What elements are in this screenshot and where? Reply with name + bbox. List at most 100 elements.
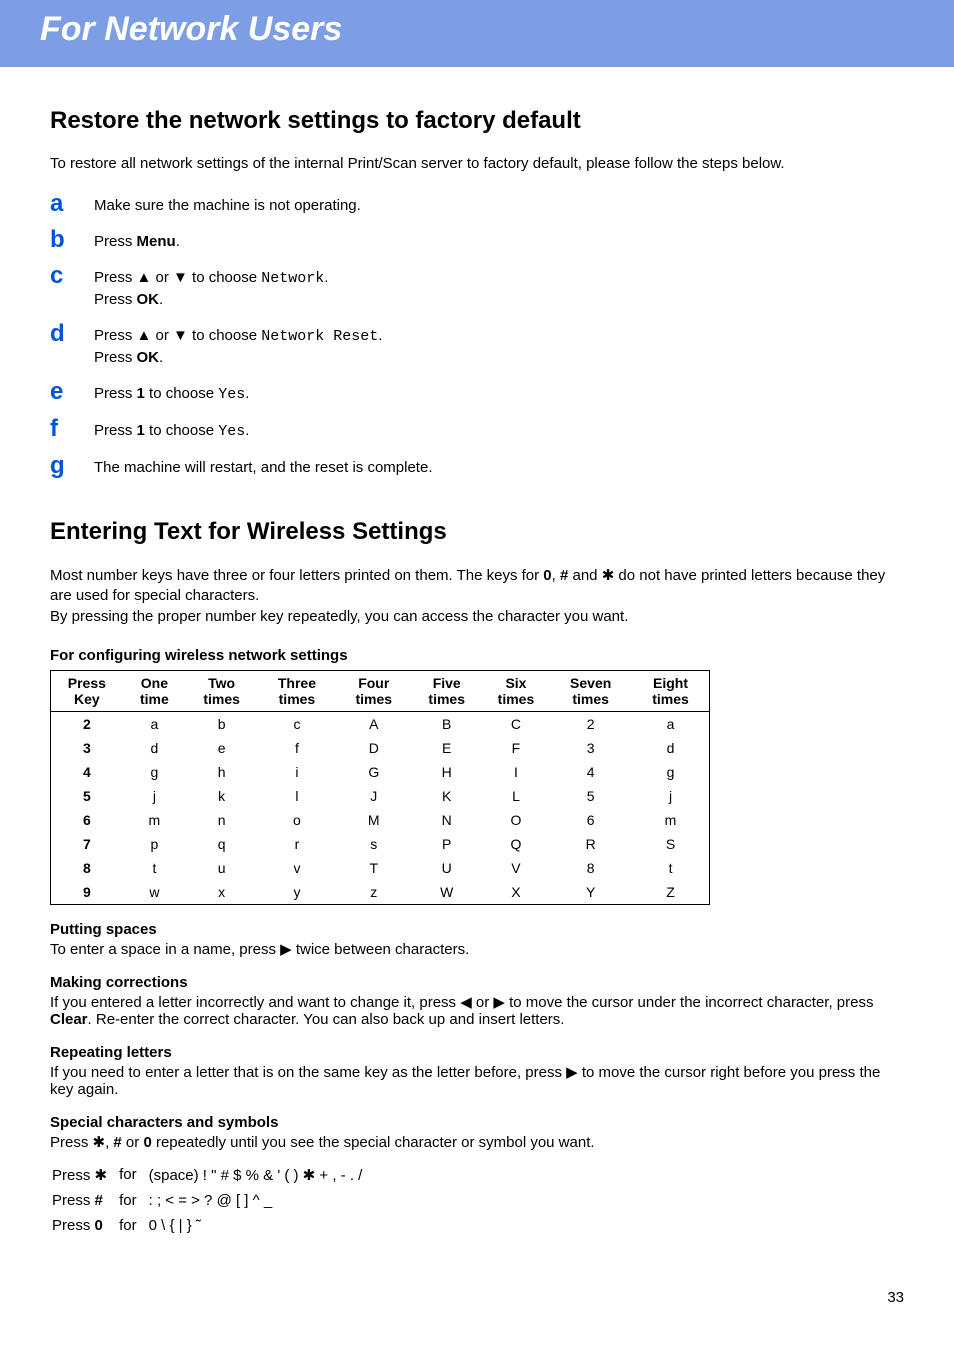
- table-cell: 2: [549, 711, 632, 736]
- step-body: Press ▲ or ▼ to choose Network. Press OK…: [94, 264, 328, 310]
- special-chars-table: Press ✱ for (space) ! " # $ % & ' ( ) ✱ …: [50, 1161, 374, 1239]
- table-cell: o: [257, 808, 337, 832]
- table-cell: b: [186, 711, 257, 736]
- page-banner: For Network Users: [0, 0, 954, 67]
- table-cell: F: [483, 736, 550, 760]
- key-hash: #: [113, 1134, 121, 1151]
- step-body: Make sure the machine is not operating.: [94, 192, 361, 216]
- section1-intro: To restore all network settings of the i…: [50, 155, 904, 172]
- step-body: Press Menu.: [94, 228, 180, 252]
- key-cell: Press #: [52, 1189, 117, 1212]
- table-cell: 9: [51, 880, 123, 905]
- table-cell: m: [632, 808, 709, 832]
- banner-title: For Network Users: [40, 10, 914, 49]
- table-cell: t: [632, 856, 709, 880]
- repeating-text: If you need to enter a letter that is on…: [50, 1063, 904, 1098]
- table-cell: w: [123, 880, 186, 905]
- table-cell: J: [337, 784, 411, 808]
- table-cell: C: [483, 711, 550, 736]
- table-cell: f: [257, 736, 337, 760]
- table-cell: K: [411, 784, 483, 808]
- col-three: Three times: [257, 670, 337, 711]
- table-cell: L: [483, 784, 550, 808]
- step-body: Press ▲ or ▼ to choose Network Reset. Pr…: [94, 322, 382, 368]
- menu-option: Yes: [218, 423, 245, 440]
- text: If you entered a letter incorrectly and …: [50, 994, 873, 1011]
- table-cell: R: [549, 832, 632, 856]
- ok-label: OK: [137, 291, 160, 308]
- text: to choose: [145, 422, 218, 439]
- table-cell: u: [186, 856, 257, 880]
- step-letter: e: [50, 380, 94, 404]
- table-row: Press ✱ for (space) ! " # $ % & ' ( ) ✱ …: [52, 1163, 372, 1187]
- step-letter: g: [50, 454, 94, 478]
- text: .: [245, 385, 249, 402]
- step-c: c Press ▲ or ▼ to choose Network. Press …: [50, 264, 904, 310]
- table-cell: a: [123, 711, 186, 736]
- key-hash: #: [95, 1192, 103, 1209]
- table-cell: S: [632, 832, 709, 856]
- key-star: ✱: [95, 1167, 108, 1184]
- step-body: Press 1 to choose Yes.: [94, 380, 249, 405]
- chars-cell: : ; < = > ? @ [ ] ^ _: [149, 1189, 373, 1212]
- steps-list: a Make sure the machine is not operating…: [50, 192, 904, 478]
- table-cell: j: [632, 784, 709, 808]
- table-cell: p: [123, 832, 186, 856]
- table-cell: Q: [483, 832, 550, 856]
- step-letter: a: [50, 192, 94, 216]
- col-four: Four times: [337, 670, 411, 711]
- text: Press ✱,: [50, 1134, 113, 1151]
- table-row: 9wxyzWXYZ: [51, 880, 710, 905]
- table-header-row: Press Key One time Two times Three times…: [51, 670, 710, 711]
- step-letter: f: [50, 417, 94, 441]
- table-cell: 6: [549, 808, 632, 832]
- col-eight: Eight times: [632, 670, 709, 711]
- table-cell: l: [257, 784, 337, 808]
- table-row: Press # for : ; < = > ? @ [ ] ^ _: [52, 1189, 372, 1212]
- step-letter: d: [50, 322, 94, 346]
- text: Press: [94, 422, 137, 439]
- text: Press: [94, 233, 137, 250]
- text: Press: [94, 349, 137, 366]
- table-cell: h: [186, 760, 257, 784]
- table-cell: d: [632, 736, 709, 760]
- text: Press: [52, 1167, 95, 1184]
- chars-cell: (space) ! " # $ % & ' ( ) ✱ + , - . /: [149, 1163, 373, 1187]
- table-cell: 7: [51, 832, 123, 856]
- table-cell: P: [411, 832, 483, 856]
- table-cell: q: [186, 832, 257, 856]
- table-cell: Y: [549, 880, 632, 905]
- table-cell: U: [411, 856, 483, 880]
- text: Press: [94, 385, 137, 402]
- text: .: [324, 269, 328, 286]
- menu-option: Yes: [218, 386, 245, 403]
- text: . Re-enter the correct character. You ca…: [88, 1011, 565, 1028]
- table-cell: i: [257, 760, 337, 784]
- table-cell: O: [483, 808, 550, 832]
- step-b: b Press Menu.: [50, 228, 904, 252]
- step-a: a Make sure the machine is not operating…: [50, 192, 904, 216]
- table-cell: A: [337, 711, 411, 736]
- key-0: 0: [143, 1134, 151, 1151]
- table-cell: Z: [632, 880, 709, 905]
- table-cell: d: [123, 736, 186, 760]
- ok-label: OK: [137, 349, 160, 366]
- table-cell: t: [123, 856, 186, 880]
- page-number: 33: [0, 1259, 954, 1326]
- step-letter: c: [50, 264, 94, 288]
- table-cell: 6: [51, 808, 123, 832]
- col-one: One time: [123, 670, 186, 711]
- table-cell: s: [337, 832, 411, 856]
- text: Press: [94, 291, 137, 308]
- special-intro: Press ✱, # or 0 repeatedly until you see…: [50, 1133, 904, 1151]
- char-table-title: For configuring wireless network setting…: [50, 647, 904, 664]
- clear-label: Clear: [50, 1011, 88, 1028]
- table-cell: g: [632, 760, 709, 784]
- text: .: [245, 422, 249, 439]
- text: repeatedly until you see the special cha…: [152, 1134, 595, 1151]
- text: .: [378, 327, 382, 344]
- key-0: 0: [543, 567, 551, 584]
- key-cell: Press ✱: [52, 1163, 117, 1187]
- step-e: e Press 1 to choose Yes.: [50, 380, 904, 405]
- table-cell: r: [257, 832, 337, 856]
